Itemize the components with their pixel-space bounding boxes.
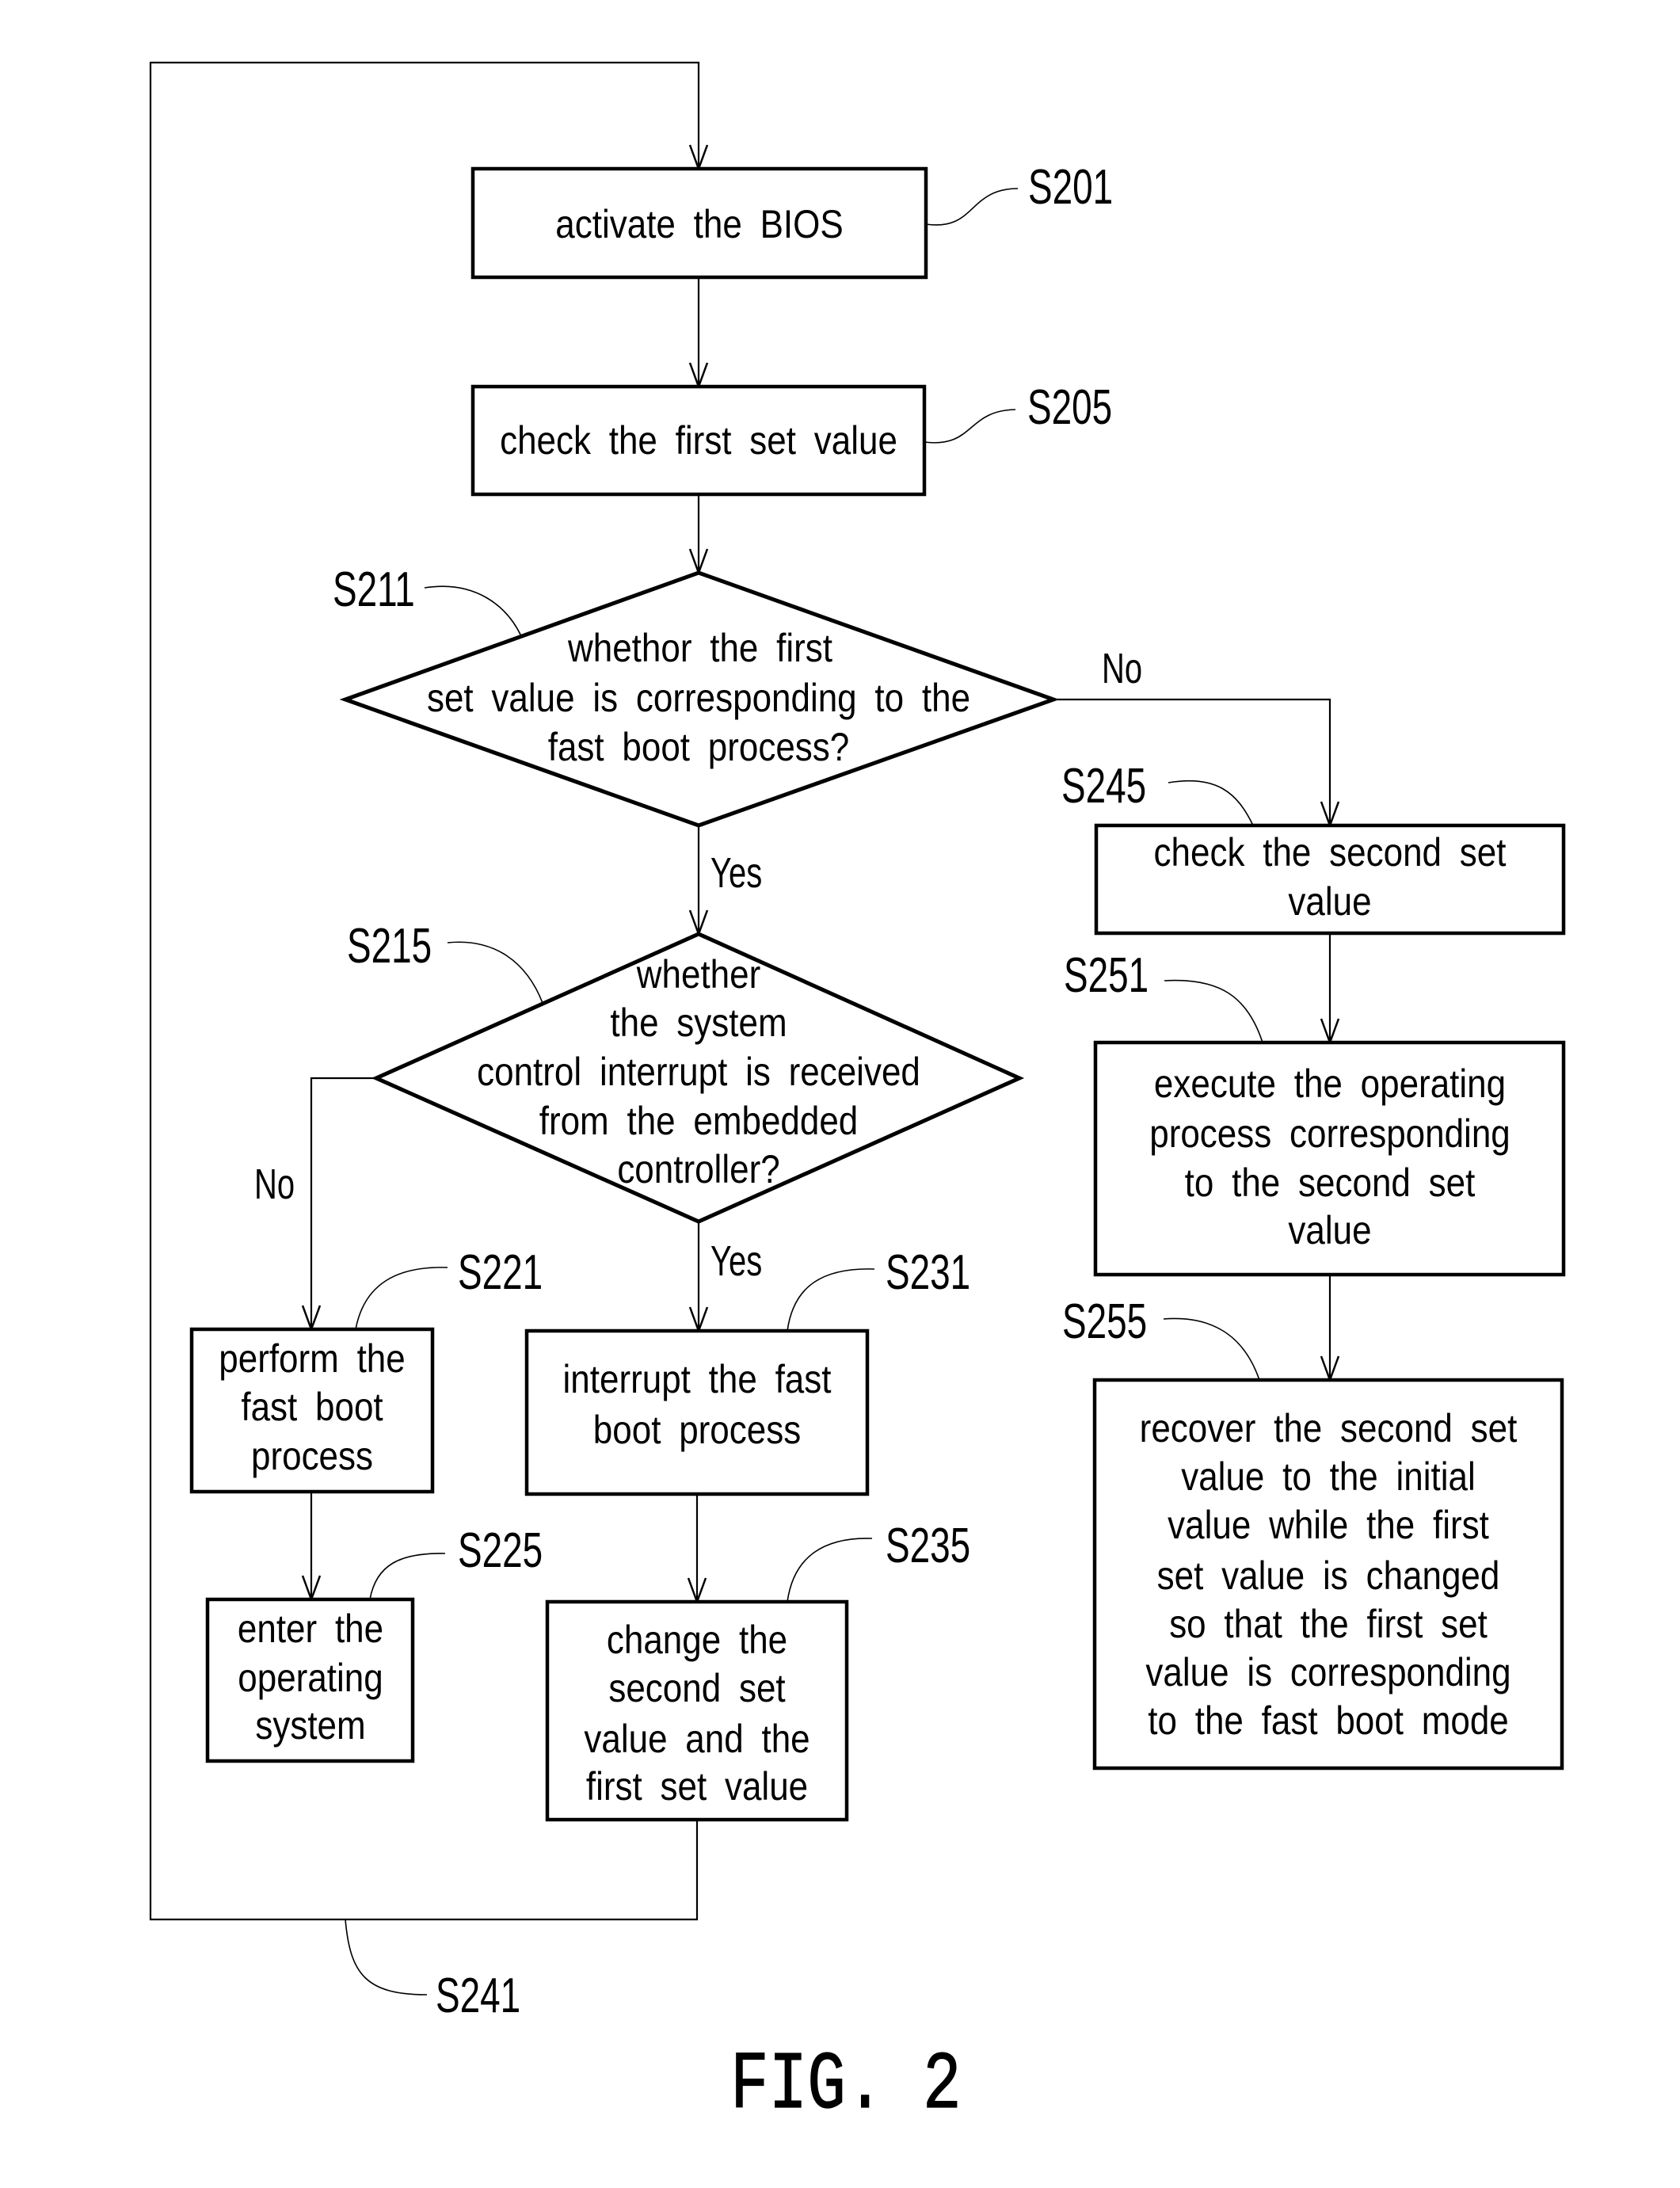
step-label-s211: S211 xyxy=(333,562,415,616)
branch-label-s211-yes: Yes xyxy=(710,849,762,897)
step-s235-text-line: second set xyxy=(608,1665,785,1710)
flowchart: activate the BIOS check the first set va… xyxy=(149,61,1566,2133)
step-s215-text-line: from the embedded xyxy=(539,1098,859,1142)
step-label-s205: S205 xyxy=(1027,379,1112,434)
step-s245-text-line: check the second set xyxy=(1154,829,1507,874)
step-label-s251: S251 xyxy=(1064,947,1149,1002)
step-label-s231: S231 xyxy=(886,1245,970,1299)
step-label-s201: S201 xyxy=(1028,159,1113,214)
step-s255-text-line: recover the second set xyxy=(1140,1405,1518,1450)
connector-s215-s221 xyxy=(310,1077,376,1328)
step-s221-text-line: perform the xyxy=(219,1336,405,1380)
leader-s205 xyxy=(924,409,1016,444)
step-s245-text-line: value xyxy=(1288,879,1371,923)
leader-s241 xyxy=(345,1919,428,1996)
branch-label-s211-no: No xyxy=(1102,645,1142,692)
step-s251-text-line: execute the operating xyxy=(1154,1061,1506,1105)
step-label-s215: S215 xyxy=(347,918,432,973)
step-s221-text-line: fast boot xyxy=(241,1384,383,1428)
step-s215-text-line: control interrupt is received xyxy=(477,1049,920,1093)
step-s231-text-line: interrupt the fast xyxy=(563,1356,832,1401)
step-s215-text-line: the system xyxy=(610,1000,787,1044)
leader-s211 xyxy=(424,585,522,637)
leader-s231 xyxy=(787,1268,875,1332)
step-s235-text-line: change the xyxy=(607,1617,787,1661)
leader-s245 xyxy=(1168,780,1254,826)
step-s225-text-line: operating xyxy=(238,1655,383,1699)
leader-s251 xyxy=(1164,979,1263,1043)
step-s201-text: activate the BIOS xyxy=(555,201,843,246)
step-s251-text-line: process corresponding xyxy=(1149,1111,1510,1155)
step-s255-text-line: value while the first xyxy=(1168,1502,1489,1546)
figure-caption: FIG. 2 xyxy=(730,2039,962,2132)
step-label-s235: S235 xyxy=(886,1518,970,1572)
step-label-s255: S255 xyxy=(1062,1294,1147,1348)
step-label-s245: S245 xyxy=(1061,758,1146,813)
step-s251-text-line: value xyxy=(1288,1207,1371,1252)
step-s211-text-line: set value is corresponding to the xyxy=(427,675,970,719)
step-s255-text-line: value is corresponding xyxy=(1145,1649,1510,1694)
step-s225-text-line: system xyxy=(255,1702,365,1747)
leader-s201 xyxy=(925,188,1019,226)
step-s211-text-line: fast boot process? xyxy=(548,724,850,768)
step-s251-text-line: to the second set xyxy=(1185,1160,1476,1204)
step-s231-text-line: boot process xyxy=(593,1407,801,1451)
step-s235-text-line: first set value xyxy=(586,1763,808,1808)
step-label-s241: S241 xyxy=(436,1968,520,2022)
leader-s235 xyxy=(787,1538,873,1603)
step-s235-text-line: value and the xyxy=(584,1716,810,1760)
step-s215-text-line: controller? xyxy=(617,1146,779,1191)
leader-s221 xyxy=(355,1267,448,1330)
step-s211-text-line: whethor the first xyxy=(567,625,832,669)
step-label-s221: S221 xyxy=(458,1245,543,1299)
step-s205-text: check the first set value xyxy=(500,417,897,462)
step-s255-text-line: to the fast boot mode xyxy=(1148,1698,1508,1742)
step-s255-text-line: value to the initial xyxy=(1181,1454,1476,1498)
step-s215-text-line: whether xyxy=(636,951,760,996)
step-s255-text-line: so that the first set xyxy=(1169,1601,1488,1645)
step-s255-text-line: set value is changed xyxy=(1157,1553,1500,1597)
branch-label-s215-yes: Yes xyxy=(710,1237,762,1285)
step-label-s225: S225 xyxy=(458,1523,543,1577)
leader-s225 xyxy=(369,1553,446,1600)
step-s225-text-line: enter the xyxy=(238,1606,383,1650)
branch-label-s215-no: No xyxy=(254,1161,295,1208)
step-s221-text-line: process xyxy=(251,1433,373,1477)
leader-s255 xyxy=(1163,1317,1260,1381)
leader-s215 xyxy=(447,941,543,1004)
